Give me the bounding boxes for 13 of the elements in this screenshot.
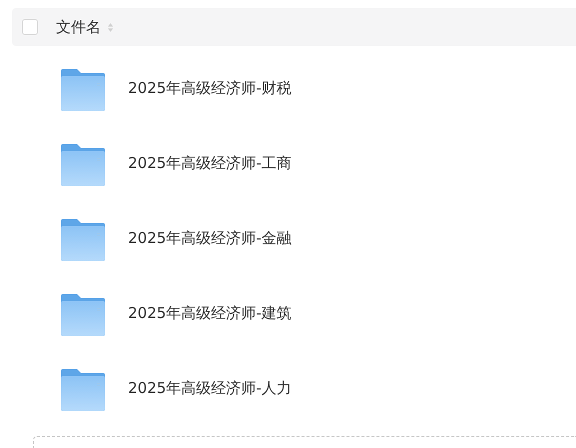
folder-icon[interactable] — [60, 368, 106, 412]
folder-icon[interactable] — [60, 143, 106, 187]
column-header[interactable]: 文件名 — [56, 18, 101, 36]
folder-name[interactable]: 2025年高级经济师-工商 — [128, 154, 292, 173]
folder-icon[interactable] — [60, 293, 106, 337]
folder-name[interactable]: 2025年高级经济师-金融 — [128, 229, 292, 248]
select-all-checkbox[interactable] — [22, 19, 38, 35]
folder-name[interactable]: 2025年高级经济师-人力 — [128, 379, 292, 398]
folder-name[interactable]: 2025年高级经济师-财税 — [128, 79, 292, 98]
sort-icon[interactable] — [107, 22, 114, 32]
folder-name[interactable]: 2025年高级经济师-建筑 — [128, 304, 292, 323]
folder-icon[interactable] — [60, 218, 106, 262]
folder-icon[interactable] — [60, 68, 106, 112]
